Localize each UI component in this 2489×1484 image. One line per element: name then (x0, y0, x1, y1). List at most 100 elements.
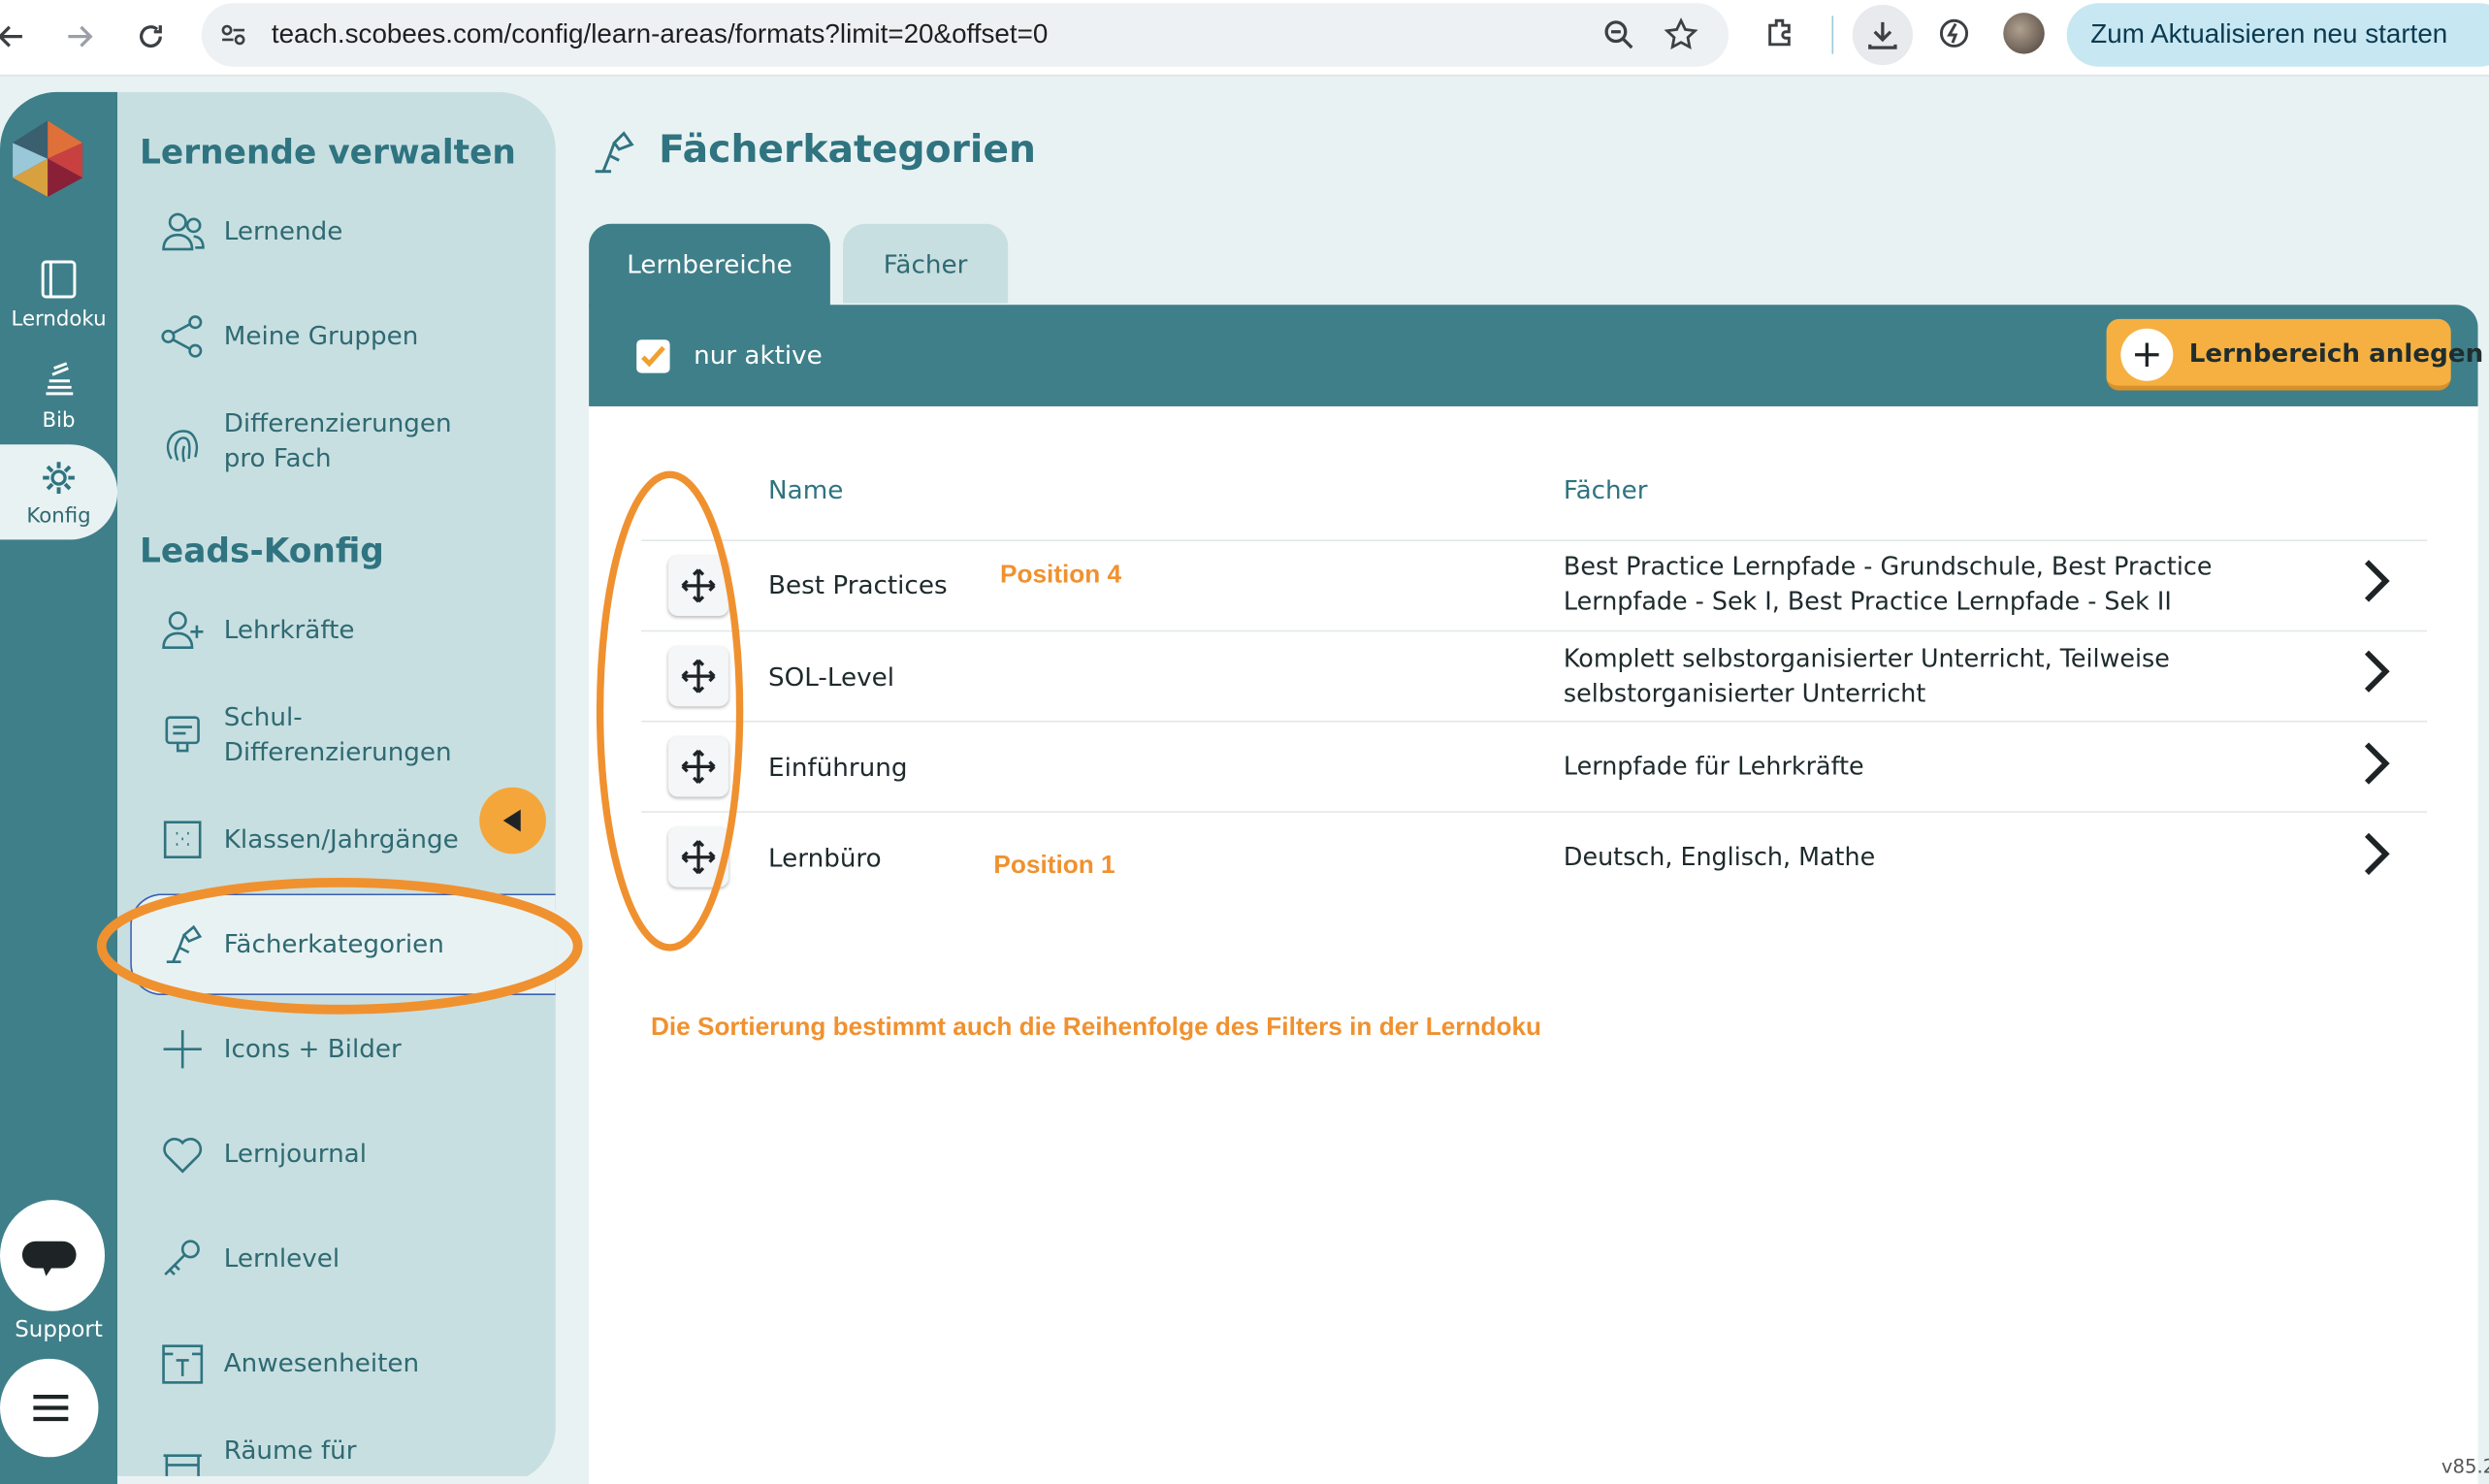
row-name: Einführung (768, 752, 908, 783)
address-bar[interactable]: teach.scobees.com/config/learn-areas/for… (201, 3, 1729, 67)
tab-faecher[interactable]: Fächer (842, 223, 1009, 304)
tab-lernbereiche[interactable]: Lernbereiche (589, 223, 830, 306)
annotation-position-1: Position 1 (993, 852, 1115, 880)
sidebar-label: Differenzierungen pro Fach (223, 407, 452, 473)
row-divider (641, 539, 2428, 542)
move-icon (681, 749, 716, 784)
chevron-right-icon[interactable] (2359, 648, 2394, 695)
active-only-checkbox[interactable] (636, 339, 670, 373)
forward-icon[interactable] (55, 13, 103, 60)
browser-toolbar: teach.scobees.com/config/learn-areas/for… (0, 0, 2489, 77)
chevron-right-icon[interactable] (2359, 557, 2394, 604)
sidebar-label: Schul-Differenzierungen (223, 701, 452, 767)
download-icon (1868, 21, 1897, 49)
plus-icon (2135, 342, 2159, 368)
sidebar-label: Fächerkategorien (223, 928, 444, 959)
rail-item-bib[interactable]: Bib (0, 359, 117, 434)
drag-handle[interactable] (667, 826, 729, 887)
rail-label-konfig: Konfig (26, 504, 91, 529)
column-header-name[interactable]: Name (768, 474, 843, 504)
rail-item-konfig[interactable]: Konfig (0, 457, 117, 529)
plus-icon (163, 1030, 202, 1069)
row-subjects: Best Practice Lernpfade - Grundschule, B… (1563, 552, 2213, 616)
sidebar-collapse-button[interactable] (479, 787, 546, 855)
row-name: Lernbüro (768, 842, 882, 874)
calendar-icon (162, 1344, 204, 1384)
update-restart-button[interactable]: Zum Aktualisieren neu starten (2066, 3, 2489, 67)
chat-bubble-icon (21, 1241, 77, 1276)
sidebar-item-lernjournal[interactable]: Lernjournal (159, 1130, 540, 1178)
move-icon (681, 659, 716, 694)
grid-icon (163, 821, 202, 859)
drag-handle[interactable] (667, 555, 729, 616)
stamp-icon (165, 716, 200, 753)
row-subjects: Lernpfade für Lehrkräfte (1563, 752, 1864, 782)
move-icon (681, 840, 716, 875)
row-name: Best Practices (768, 569, 948, 600)
sidebar-item-lernende[interactable]: Lernende (159, 208, 540, 255)
logo-icon (13, 120, 83, 197)
section-title-lernende: Lernende verwalten (140, 133, 516, 172)
sidebar-item-meine-gruppen[interactable]: Meine Gruppen (159, 312, 540, 360)
checkmark-icon (641, 345, 665, 368)
drag-handle[interactable] (667, 646, 729, 707)
column-header-faecher[interactable]: Fächer (1564, 474, 1648, 504)
sidebar-item-raeume[interactable]: Räume für (159, 1434, 540, 1481)
sidebar-item-lehrkraefte[interactable]: Lehrkräfte (159, 606, 540, 654)
rail-item-lerndoku[interactable]: Lerndoku (0, 257, 117, 332)
support-button[interactable] (0, 1200, 106, 1311)
app-logo[interactable] (7, 117, 89, 200)
add-button-label: Lernbereich anlegen (2188, 338, 2484, 369)
sidebar-label: Anwesenheiten (223, 1347, 420, 1378)
heart-icon (163, 1138, 203, 1174)
sidebar-label: Icons + Bilder (223, 1033, 402, 1064)
chevron-right-icon[interactable] (2359, 740, 2394, 788)
chevron-right-icon[interactable] (2359, 830, 2394, 878)
sidebar-label: Lernende (223, 215, 343, 246)
fingerprint-icon (166, 430, 199, 463)
site-settings-icon[interactable] (217, 19, 249, 51)
caret-left-icon (502, 809, 521, 832)
add-circle (2120, 328, 2174, 381)
page-title: Fächerkategorien (659, 126, 1036, 172)
page-title-icon (595, 131, 634, 174)
sidebar-label: Meine Gruppen (223, 320, 419, 351)
sidebar-label: Räume für (223, 1435, 357, 1466)
gear-icon (43, 462, 75, 494)
sidebar-item-anwesenheiten[interactable]: Anwesenheiten (159, 1339, 540, 1387)
row-subjects: Komplett selbstorganisierter Unterricht,… (1563, 644, 2170, 708)
share-nodes-icon (161, 315, 203, 358)
zoom-icon[interactable] (1601, 17, 1636, 52)
add-learning-area-button[interactable]: Lernbereich anlegen (2106, 318, 2483, 391)
rail-label-bib: Bib (42, 409, 76, 434)
performance-icon[interactable] (1935, 15, 1973, 52)
sidebar-item-differenzierungen[interactable]: Differenzierungen pro Fach (159, 406, 540, 476)
section-title-leads-konfig: Leads-Konfig (140, 532, 384, 570)
sidebar-item-icons-bilder[interactable]: Icons + Bilder (159, 1025, 540, 1073)
sidebar-item-schul-differenzierungen[interactable]: Schul-Differenzierungen (159, 700, 540, 770)
drag-handle[interactable] (667, 736, 729, 797)
extensions-icon[interactable] (1762, 15, 1799, 52)
sidebar-label: Klassen/Jahrgänge (223, 823, 459, 855)
row-name: SOL-Level (768, 661, 894, 693)
active-only-label: nur aktive (694, 339, 823, 371)
move-icon (681, 568, 716, 603)
star-icon[interactable] (1664, 17, 1698, 52)
hamburger-icon (33, 1394, 69, 1422)
sidebar-bottom-edge (117, 1475, 556, 1484)
menu-button[interactable] (0, 1358, 99, 1458)
reload-icon[interactable] (127, 13, 175, 60)
row-divider (641, 811, 2428, 813)
back-icon[interactable] (0, 13, 35, 60)
sidebar-item-faecherkategorien[interactable]: Fächerkategorien (159, 920, 540, 968)
lamp-icon (166, 924, 203, 964)
annotation-note: Die Sortierung bestimmt auch die Reihenf… (650, 1014, 1541, 1042)
download-button[interactable] (1852, 4, 1913, 66)
sidebar-item-lernlevel[interactable]: Lernlevel (159, 1235, 540, 1282)
profile-avatar[interactable] (2003, 13, 2045, 54)
row-divider (641, 720, 2428, 723)
url-text: teach.scobees.com/config/learn-areas/for… (271, 18, 1049, 49)
library-icon (46, 362, 74, 396)
row-divider (641, 629, 2428, 632)
add-user-icon (162, 611, 204, 649)
